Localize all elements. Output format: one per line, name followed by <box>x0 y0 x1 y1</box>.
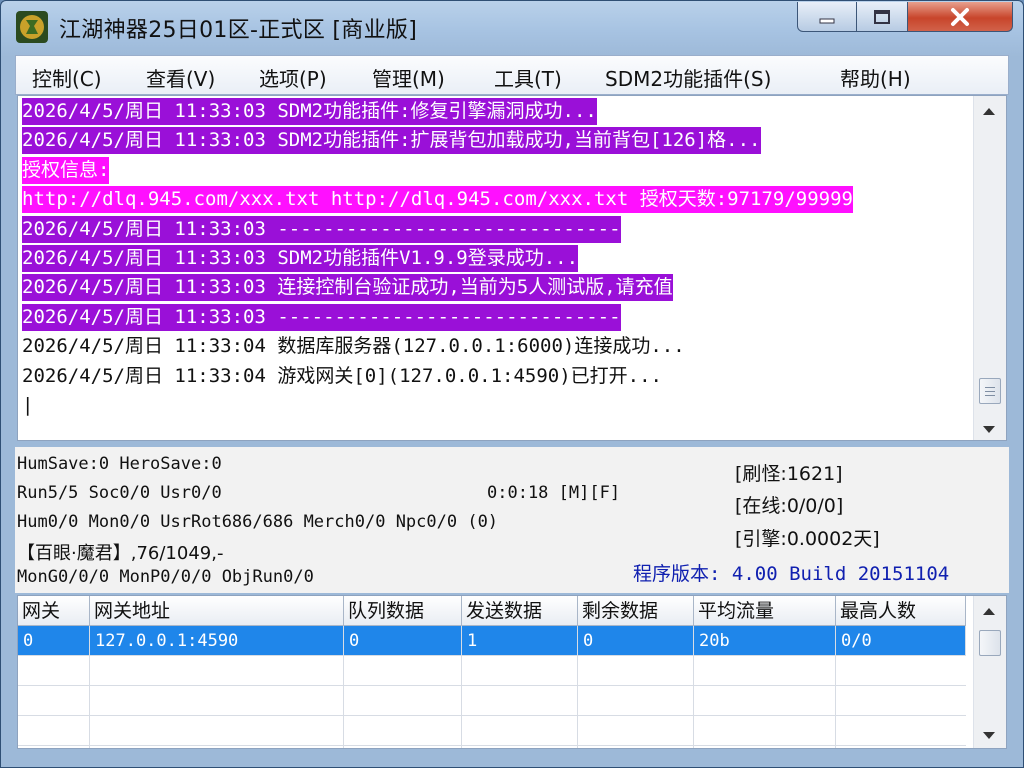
table-cell: 1 <box>462 626 578 656</box>
maximize-icon <box>874 9 890 24</box>
status-panel: HumSave:0 HeroSave:0 Run5/5 Soc0/0 Usr0/… <box>15 447 1009 593</box>
minimize-icon <box>819 18 835 23</box>
table-cell: 0 <box>578 626 694 656</box>
app-icon <box>16 11 48 43</box>
table-row[interactable] <box>18 716 966 746</box>
table-cell: 0/0 <box>836 626 966 656</box>
scroll-thumb[interactable] <box>979 378 1001 404</box>
menu-control[interactable]: 控制(C) <box>32 63 102 92</box>
log-line: 2026/4/5/周日 11:33:03 -------------------… <box>22 303 621 331</box>
log-line: 2026/4/5/周日 11:33:03 连接控制台验证成功,当前为5人测试版,… <box>22 274 673 302</box>
status-counts: Hum0/0 Mon0/0 UsrRot686/686 Merch0/0 Npc… <box>17 512 499 532</box>
status-timer: 0:0:18 [M][F] <box>487 483 621 503</box>
column-header[interactable]: 剩余数据 <box>578 596 694 626</box>
version-label: 程序版本: 4.00 Build 20151104 <box>633 563 950 585</box>
table-scrollbar[interactable] <box>973 596 1006 748</box>
status-map: 【百眼·魔君】,76/1049,- <box>17 543 224 564</box>
menu-tools[interactable]: 工具(T) <box>494 63 562 92</box>
log-line: 2026/4/5/周日 11:33:04 数据库服务器(127.0.0.1:60… <box>22 335 685 358</box>
status-run: Run5/5 Soc0/0 Usr0/0 <box>17 483 222 503</box>
table-row[interactable] <box>18 656 966 686</box>
column-header[interactable]: 网关 <box>18 596 90 626</box>
menu-help[interactable]: 帮助(H) <box>840 63 911 92</box>
log-scrollbar[interactable] <box>973 96 1006 440</box>
scroll-up-arrow-icon[interactable] <box>983 108 995 115</box>
table-scroll-thumb[interactable] <box>979 630 1001 656</box>
main-window: 江湖神器25日01区-正式区 [商业版] 控制(C) 查看(V) 选项(P) 管… <box>0 0 1024 768</box>
table-cell: 0 <box>344 626 462 656</box>
title-bar[interactable]: 江湖神器25日01区-正式区 [商业版] <box>1 1 1023 55</box>
column-header[interactable]: 最高人数 <box>836 596 966 626</box>
window-title: 江湖神器25日01区-正式区 [商业版] <box>59 18 418 43</box>
scroll-down-arrow-icon[interactable] <box>983 426 995 433</box>
log-line: 2026/4/5/周日 11:33:03 SDM2功能插件V1.9.9登录成功.… <box>22 245 579 272</box>
log-output[interactable]: 2026/4/5/周日 11:33:03 SDM2功能插件:修复引擎漏洞成功..… <box>17 95 1007 441</box>
column-header[interactable]: 平均流量 <box>694 596 836 626</box>
log-line: 2026/4/5/周日 11:33:03 SDM2功能插件:修复引擎漏洞成功..… <box>22 98 597 125</box>
log-line: 2026/4/5/周日 11:33:04 游戏网关[0](127.0.0.1:4… <box>22 364 662 387</box>
close-icon <box>951 7 969 26</box>
status-save: HumSave:0 HeroSave:0 <box>17 454 222 474</box>
minimize-button[interactable] <box>797 2 857 32</box>
table-row[interactable] <box>18 686 966 716</box>
menu-sdm2-plugin[interactable]: SDM2功能插件(S) <box>605 63 771 92</box>
table-cell: 127.0.0.1:4590 <box>90 626 344 656</box>
status-refresh: [刷怪:1621] <box>735 463 843 485</box>
log-line: 2026/4/5/周日 11:33:03 SDM2功能插件:扩展背包加载成功,当… <box>22 127 761 155</box>
log-line: http://dlq.945.com/xxx.txt http://dlq.94… <box>22 186 853 214</box>
log-line: 2026/4/5/周日 11:33:03 -------------------… <box>22 215 621 243</box>
close-button[interactable] <box>907 2 1013 32</box>
gateway-table[interactable]: 网关 网关地址 队列数据 发送数据 剩余数据 平均流量 最高人数 0 127.0.0.1:45… <box>17 595 1007 749</box>
maximize-button[interactable] <box>856 2 908 32</box>
table-cell: 20b <box>694 626 836 656</box>
log-line: | <box>22 394 34 416</box>
log-line: 授权信息: <box>22 156 110 184</box>
menu-manage[interactable]: 管理(M) <box>372 63 445 92</box>
status-online: [在线:0/0/0] <box>735 495 844 517</box>
table-scroll-up-icon[interactable] <box>983 608 995 615</box>
table-scroll-down-icon[interactable] <box>983 732 995 739</box>
menu-view[interactable]: 查看(V) <box>146 63 215 92</box>
status-monsters: MonG0/0/0 MonP0/0/0 ObjRun0/0 <box>17 567 314 587</box>
table-cell: 0 <box>18 626 90 656</box>
status-engine: [引擎:0.0002天] <box>735 528 880 550</box>
column-header[interactable]: 发送数据 <box>462 596 578 626</box>
column-header[interactable]: 网关地址 <box>90 596 344 626</box>
column-header[interactable]: 队列数据 <box>344 596 462 626</box>
table-row[interactable]: 0 127.0.0.1:4590 0 1 0 20b 0/0 <box>18 626 966 656</box>
menu-bar: 控制(C) 查看(V) 选项(P) 管理(M) 工具(T) SDM2功能插件(S… <box>15 55 1009 95</box>
menu-options[interactable]: 选项(P) <box>259 63 327 92</box>
